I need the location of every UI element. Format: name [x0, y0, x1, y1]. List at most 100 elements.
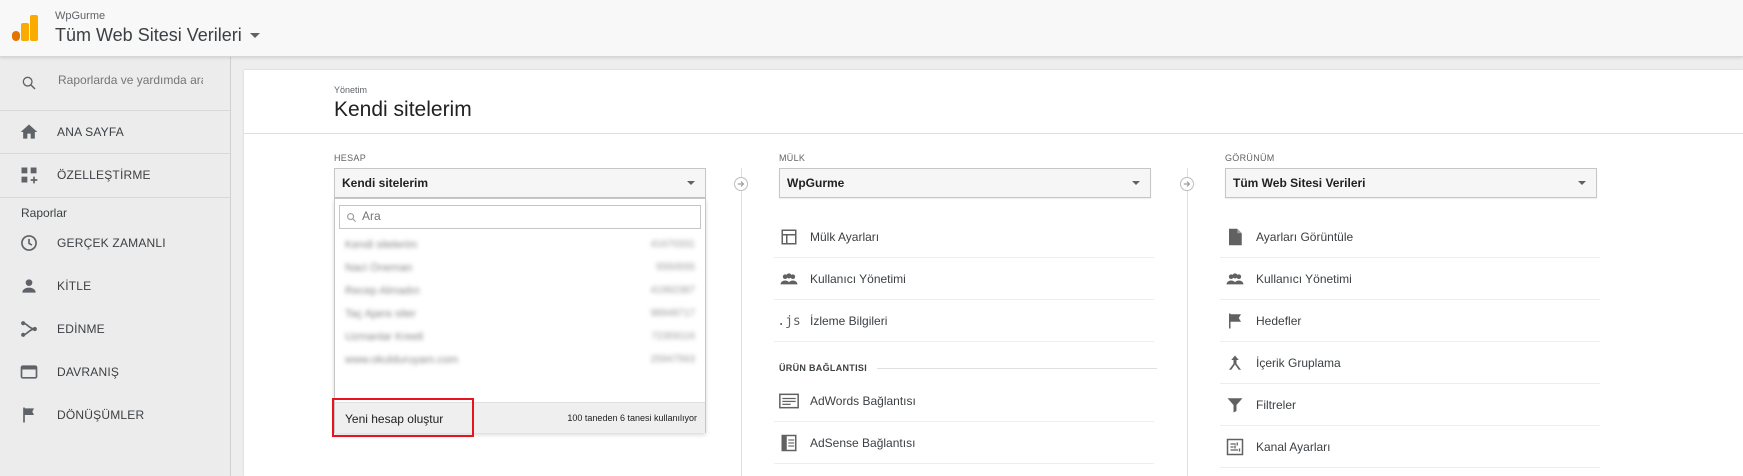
tracking-info-link[interactable]: .js İzleme Bilgileri	[774, 300, 1154, 342]
menu-item-label: Filtreler	[1256, 397, 1297, 412]
person-icon	[22, 279, 36, 293]
js-icon: .js	[777, 313, 801, 329]
clock-icon	[21, 235, 37, 251]
admin-panel: Yönetim Kendi sitelerim HESAP Kendi site…	[244, 70, 1743, 476]
view-user-management-link[interactable]: Kullanıcı Yönetimi	[1220, 258, 1600, 300]
flag-icon	[23, 407, 34, 423]
column-divider	[1187, 168, 1188, 476]
menu-item-label: Hedefler	[1256, 313, 1302, 328]
users-icon	[1225, 270, 1245, 288]
account-list-item[interactable]: Recep Almadın 41992387	[345, 282, 695, 302]
sidebar-item-label: EDİNME	[57, 322, 105, 336]
account-list-item[interactable]: Taç Ajans siter 98948717	[345, 305, 695, 325]
content-grouping-icon	[1225, 354, 1245, 372]
menu-item-label: AdWords Bağlantısı	[810, 393, 916, 408]
account-name: WpGurme	[55, 10, 106, 22]
account-name: Recep Almadın	[345, 285, 420, 297]
sidebar-item-acquisition[interactable]: EDİNME	[0, 308, 230, 350]
column-divider	[741, 168, 742, 476]
sidebar: ANA SAYFA ÖZELLEŞTİRME Raporlar GERÇEK Z…	[0, 57, 231, 476]
sidebar-item-label: DAVRANIŞ	[57, 365, 120, 379]
sidebar-item-customization[interactable]: ÖZELLEŞTİRME	[0, 154, 230, 196]
account-list-item[interactable]: Naci Öneman 5550555	[345, 259, 695, 279]
sidebar-item-label: DÖNÜŞÜMLER	[57, 408, 145, 422]
property-column-label: MÜLK	[779, 153, 806, 163]
channel-settings-icon	[1225, 438, 1245, 456]
account-name: Uzmanlar Kreeli	[345, 331, 424, 343]
account-select-value: Kendi sitelerim	[342, 176, 429, 190]
dashboard-customize-icon	[21, 167, 38, 184]
search-icon	[347, 213, 357, 223]
search-icon	[22, 76, 36, 90]
sidebar-item-conversions[interactable]: DÖNÜŞÜMLER	[0, 394, 230, 436]
filters-link[interactable]: Filtreler	[1220, 384, 1600, 426]
page-header: Yönetim Kendi sitelerim	[244, 70, 1743, 134]
content-grouping-link[interactable]: İçerik Gruplama	[1220, 342, 1600, 384]
account-name: Taç Ajans siter	[345, 308, 416, 320]
behavior-icon	[20, 365, 38, 379]
document-icon	[1225, 228, 1245, 246]
account-select[interactable]: Kendi sitelerim	[334, 168, 706, 198]
sidebar-item-label: GERÇEK ZAMANLI	[57, 236, 166, 250]
section-label: ÜRÜN BAĞLANTISI	[779, 363, 867, 373]
property-settings-link[interactable]: Mülk Ayarları	[774, 216, 1154, 258]
property-user-management-link[interactable]: Kullanıcı Yönetimi	[774, 258, 1154, 300]
account-name: Naci Öneman	[345, 262, 413, 274]
account-name: www.okulduruyam.com	[345, 354, 459, 366]
menu-item-label: Kanal Ayarları	[1256, 439, 1331, 454]
account-search-box[interactable]	[339, 205, 701, 229]
caret-down-icon	[1132, 181, 1140, 185]
menu-item-label: Kullanıcı Yönetimi	[1256, 271, 1352, 286]
account-column-label: HESAP	[334, 153, 367, 163]
top-bar: WpGurme Tüm Web Sitesi Verileri	[0, 0, 1743, 57]
menu-item-label: Mülk Ayarları	[810, 229, 880, 244]
analytics-logo-icon[interactable]	[12, 15, 38, 41]
menu-item-label: İzleme Bilgileri	[810, 313, 888, 328]
menu-item-label: Kullanıcı Yönetimi	[810, 271, 906, 286]
account-list-item[interactable]: www.okulduruyam.com 25947563	[345, 351, 695, 371]
channel-settings-link[interactable]: Kanal Ayarları	[1220, 426, 1600, 468]
filter-icon	[1225, 396, 1245, 414]
divider	[0, 197, 230, 198]
users-icon	[779, 270, 799, 288]
view-settings-link[interactable]: Ayarları Görüntüle	[1220, 216, 1600, 258]
sidebar-item-home[interactable]: ANA SAYFA	[0, 111, 230, 153]
create-new-account-button[interactable]: Yeni hesap oluştur	[345, 412, 443, 426]
account-id: 72359116	[651, 331, 695, 342]
view-column-label: GÖRÜNÜM	[1225, 153, 1275, 163]
adwords-link[interactable]: AdWords Bağlantısı	[774, 380, 1154, 422]
sidebar-item-label: KİTLE	[57, 279, 92, 293]
sidebar-search[interactable]	[0, 57, 230, 111]
sidebar-item-behavior[interactable]: DAVRANIŞ	[0, 351, 230, 393]
view-selector[interactable]: Tüm Web Sitesi Verileri	[55, 25, 260, 46]
arrow-right-icon	[1180, 177, 1194, 191]
adsense-link[interactable]: AdSense Bağlantısı	[774, 422, 1154, 464]
account-list-item[interactable]: Kendi sitelerim 41670331	[345, 236, 695, 256]
adwords-icon	[779, 392, 799, 410]
goals-link[interactable]: Hedefler	[1220, 300, 1600, 342]
view-name: Tüm Web Sitesi Verileri	[55, 25, 242, 45]
view-select[interactable]: Tüm Web Sitesi Verileri	[1225, 168, 1597, 198]
sidebar-search-input[interactable]	[58, 73, 203, 87]
property-select[interactable]: WpGurme	[779, 168, 1151, 198]
acquisition-icon	[21, 321, 37, 337]
account-id: 41992387	[650, 285, 696, 296]
account-search-input[interactable]	[362, 209, 682, 223]
breadcrumb: Yönetim	[334, 85, 368, 95]
property-settings-icon	[779, 228, 799, 246]
menu-item-label: İçerik Gruplama	[1256, 355, 1341, 370]
sidebar-item-label: ÖZELLEŞTİRME	[57, 168, 151, 182]
caret-down-icon	[687, 181, 695, 185]
account-id: 5550555	[656, 262, 695, 273]
account-id: 98948717	[650, 308, 696, 319]
page-title: Kendi sitelerim	[334, 98, 472, 121]
sidebar-item-realtime[interactable]: GERÇEK ZAMANLI	[0, 222, 230, 264]
sidebar-item-audience[interactable]: KİTLE	[0, 265, 230, 307]
menu-item-label: AdSense Bağlantısı	[810, 435, 916, 450]
account-list-item[interactable]: Uzmanlar Kreeli 72359116	[345, 328, 695, 348]
account-id: 41670331	[650, 239, 696, 250]
adsense-icon	[779, 434, 799, 452]
arrow-right-icon	[734, 177, 748, 191]
reports-section-label: Raporlar	[21, 206, 68, 220]
sidebar-item-label: ANA SAYFA	[57, 125, 124, 139]
